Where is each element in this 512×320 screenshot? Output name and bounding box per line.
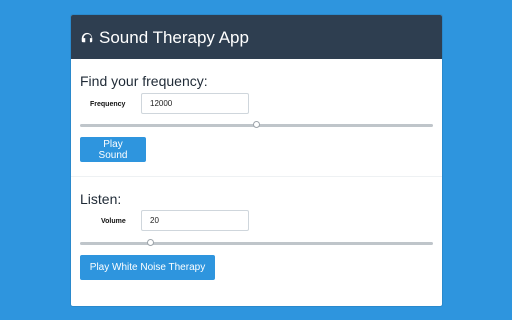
app-title: Sound Therapy App — [99, 27, 249, 47]
volume-input[interactable] — [141, 210, 249, 231]
section-divider — [71, 176, 442, 177]
sound-therapy-card: Sound Therapy App Find your frequency: F… — [71, 15, 442, 306]
volume-slider[interactable] — [80, 239, 433, 246]
frequency-slider-thumb[interactable] — [252, 121, 260, 128]
frequency-slider[interactable] — [80, 121, 433, 128]
headphones-icon — [81, 32, 93, 43]
listen-heading: Listen: — [80, 191, 122, 207]
volume-label: Volume — [101, 218, 126, 225]
app-header: Sound Therapy App — [71, 15, 442, 59]
frequency-label: Frequency — [90, 101, 126, 108]
play-white-noise-button[interactable]: Play White Noise Therapy — [80, 255, 215, 280]
frequency-input[interactable] — [141, 93, 249, 114]
volume-slider-thumb[interactable] — [146, 239, 154, 246]
play-sound-button[interactable]: Play Sound — [80, 137, 146, 162]
frequency-heading: Find your frequency: — [80, 73, 208, 89]
